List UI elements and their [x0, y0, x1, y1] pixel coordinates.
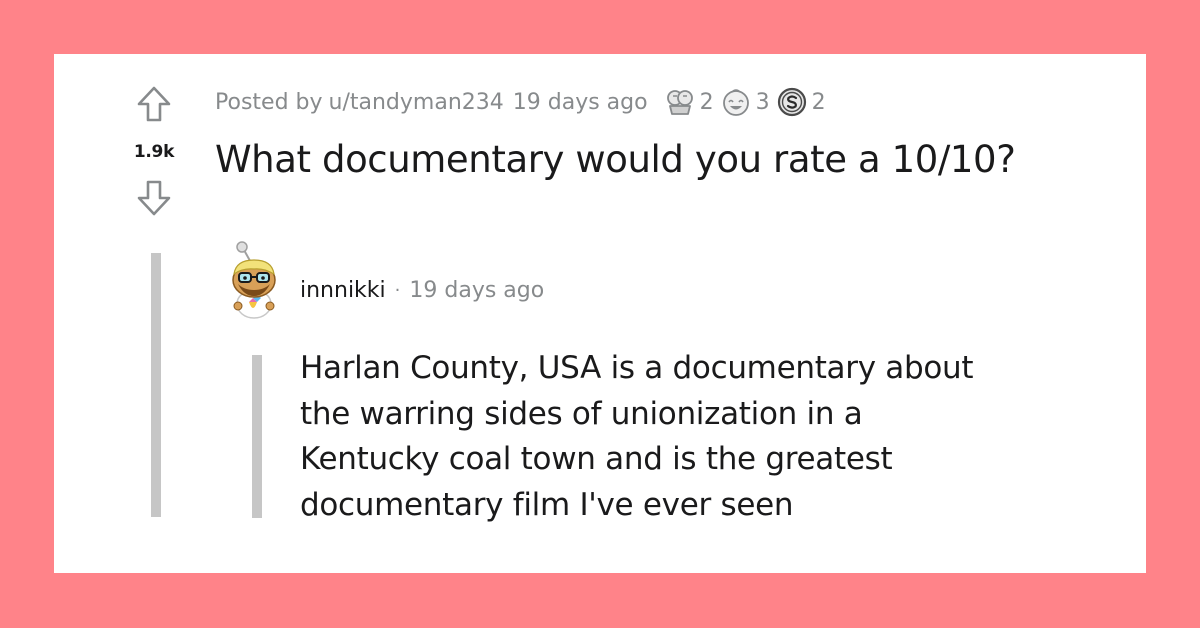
- award-bravo[interactable]: 2: [664, 86, 714, 118]
- comment-timestamp[interactable]: 19 days ago: [409, 278, 544, 303]
- arrow-up-icon: [137, 86, 171, 122]
- thread-collapse-line[interactable]: [151, 253, 161, 517]
- wholesome-award-icon: [722, 89, 749, 116]
- award-count: 3: [755, 89, 770, 115]
- vote-score: 1.9k: [133, 142, 175, 162]
- post-card: 1.9k Posted by u/tandyman234 19 days ago…: [54, 54, 1146, 573]
- post-author-link[interactable]: u/tandyman234: [329, 90, 504, 115]
- silver-coin-award-icon: [777, 87, 806, 117]
- comment-line: Kentucky coal town and is the greatest: [300, 441, 893, 477]
- bravo-award-icon: [666, 90, 693, 115]
- meta-separator: ·: [394, 280, 401, 301]
- comment-line: documentary film I've ever seen: [300, 486, 794, 523]
- award-count: 2: [811, 89, 826, 115]
- award-silver[interactable]: 2: [776, 86, 826, 118]
- comment-line: Harlan County, USA is a documentary abou…: [300, 350, 974, 386]
- post-meta: Posted by u/tandyman234 19 days ago 2 3: [215, 86, 826, 118]
- commenter-avatar[interactable]: [218, 238, 288, 324]
- arrow-down-icon: [137, 180, 171, 216]
- upvote-button[interactable]: [134, 84, 174, 124]
- downvote-button[interactable]: [134, 178, 174, 218]
- award-count: 2: [699, 89, 714, 115]
- post-title[interactable]: What documentary would you rate a 10/10?: [215, 138, 1016, 181]
- post-timestamp[interactable]: 19 days ago: [513, 90, 648, 115]
- vote-column: 1.9k: [126, 84, 182, 218]
- comment-thread-line[interactable]: [252, 355, 262, 518]
- award-wholesome[interactable]: 3: [720, 86, 770, 118]
- comment-body: Harlan County, USA is a documentary abou…: [300, 346, 1060, 528]
- snoo-avatar-icon: [232, 241, 276, 319]
- comment-meta: innnikki · 19 days ago: [300, 278, 544, 303]
- comment-line: the warring sides of unionization in a: [300, 395, 863, 432]
- posted-by-label: Posted by: [215, 89, 323, 115]
- commenter-username[interactable]: innnikki: [300, 278, 386, 303]
